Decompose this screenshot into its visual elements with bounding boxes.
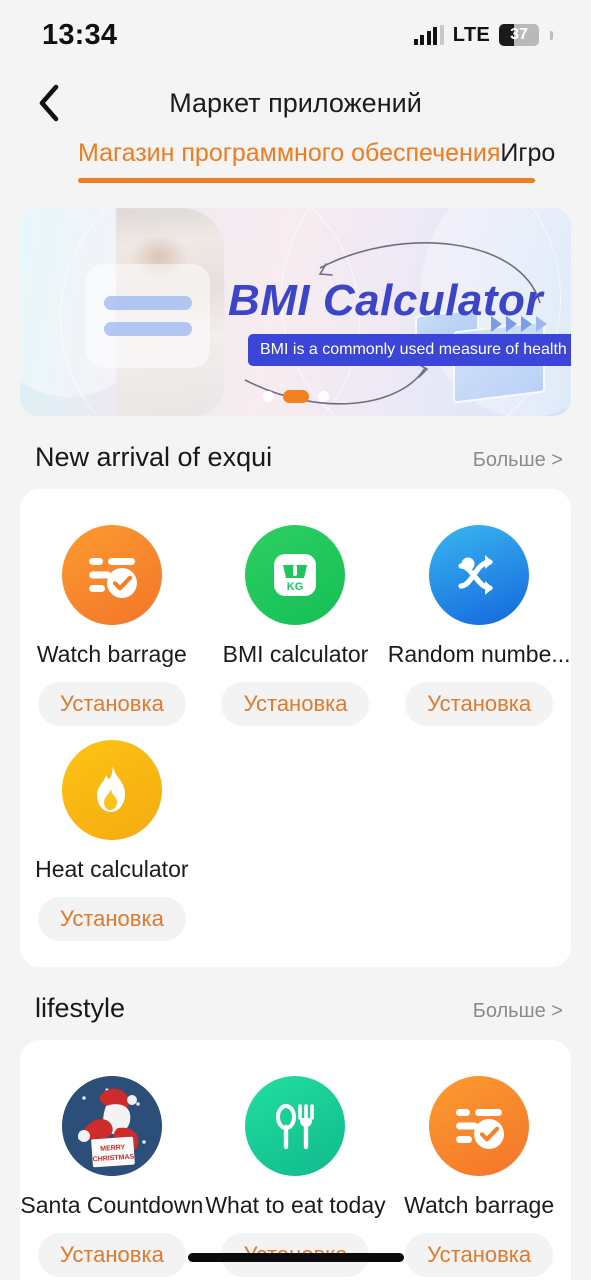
app-item-bmi-calculator[interactable]: KG BMI calculator Установка xyxy=(204,511,388,726)
section-more-link[interactable]: Больше > xyxy=(473,1000,563,1023)
install-button[interactable]: Установка xyxy=(405,682,554,726)
status-indicators: LTE 37 xyxy=(413,23,553,47)
app-name: Watch barrage xyxy=(36,641,187,667)
tab-software-store[interactable]: Магазин программного обеспечения xyxy=(78,136,500,170)
section-header-new-arrival: New arrival of exqui Больше > xyxy=(0,416,591,489)
app-name: BMI calculator xyxy=(222,641,369,667)
tab-active-underline xyxy=(78,178,535,183)
chevron-left-icon xyxy=(39,84,59,122)
app-item-heat-calculator[interactable]: Heat calculator Установка xyxy=(20,726,204,941)
status-time: 13:34 xyxy=(42,18,118,51)
flame-icon xyxy=(61,740,162,840)
app-card-lifestyle: MERRY CHRISTMAS Santa Countdown Установк… xyxy=(20,1040,571,1280)
tab-games[interactable]: Игро xyxy=(500,136,555,170)
banner-artwork: BMI Calculator BMI is a commonly used me… xyxy=(20,208,571,416)
carousel-dot-2[interactable] xyxy=(282,390,309,403)
section-header-lifestyle: lifestyle Больше > xyxy=(0,967,591,1040)
banner-card-graphic xyxy=(86,264,210,368)
navigation-bar: Маркет приложений xyxy=(0,70,591,136)
scale-kg-icon: KG xyxy=(245,525,346,625)
app-name: Heat calculator xyxy=(35,856,189,882)
app-grid: Watch barrage Установка KG BMI calculato… xyxy=(20,511,571,941)
section-more-link[interactable]: Больше > xyxy=(473,449,563,472)
cutlery-icon xyxy=(245,1076,346,1176)
section-title: New arrival of exqui xyxy=(35,442,273,472)
page-title: Маркет приложений xyxy=(169,87,422,118)
install-button[interactable]: Установка xyxy=(221,682,370,726)
santa-icon: MERRY CHRISTMAS xyxy=(61,1076,162,1176)
app-grid: MERRY CHRISTMAS Santa Countdown Установк… xyxy=(20,1062,571,1277)
banner-title: BMI Calculator xyxy=(228,276,544,325)
carousel-dot-1[interactable] xyxy=(262,391,274,402)
checklist-icon xyxy=(61,525,162,625)
svg-text:KG: KG xyxy=(287,581,304,593)
app-name: Watch barrage xyxy=(404,1192,555,1218)
install-button[interactable]: Установка xyxy=(37,1233,186,1277)
shuffle-icon xyxy=(429,525,530,625)
app-item-what-to-eat-today[interactable]: What to eat today Установка xyxy=(204,1062,388,1277)
network-type-label: LTE xyxy=(452,23,490,46)
install-button[interactable]: Установка xyxy=(37,897,186,941)
banner-subtitle: BMI is a commonly used measure of health xyxy=(248,334,571,366)
app-item-random-number[interactable]: Random numbe... Установка xyxy=(387,511,571,726)
tab-bar: Магазин программного обеспечения Игро xyxy=(0,136,591,198)
battery-icon: 37 xyxy=(499,24,539,46)
install-button[interactable]: Установка xyxy=(37,682,186,726)
back-button[interactable] xyxy=(24,79,72,127)
app-item-watch-barrage-lifestyle[interactable]: Watch barrage Установка xyxy=(387,1062,571,1277)
battery-tip-icon xyxy=(550,30,553,40)
install-button[interactable]: Установка xyxy=(405,1233,554,1277)
app-card-new-arrival: Watch barrage Установка KG BMI calculato… xyxy=(20,489,571,967)
app-name: What to eat today xyxy=(205,1192,386,1218)
signal-bars-icon xyxy=(413,25,444,45)
app-market-screen: 13:34 LTE 37 Маркет приложений Магазин п… xyxy=(0,0,591,1280)
status-bar: 13:34 LTE 37 xyxy=(0,0,591,70)
home-indicator[interactable] xyxy=(187,1253,404,1262)
section-title: lifestyle xyxy=(35,993,126,1023)
battery-percent-label: 37 xyxy=(510,26,528,43)
app-name: Random numbe... xyxy=(387,641,571,667)
carousel-dot-3[interactable] xyxy=(317,391,329,402)
carousel-dots xyxy=(20,390,571,403)
app-item-santa-countdown[interactable]: MERRY CHRISTMAS Santa Countdown Установк… xyxy=(20,1062,204,1277)
promo-banner[interactable]: BMI Calculator BMI is a commonly used me… xyxy=(20,208,571,416)
app-item-watch-barrage[interactable]: Watch barrage Установка xyxy=(20,511,204,726)
app-name: Santa Countdown xyxy=(20,1192,204,1218)
checklist-icon xyxy=(429,1076,530,1176)
